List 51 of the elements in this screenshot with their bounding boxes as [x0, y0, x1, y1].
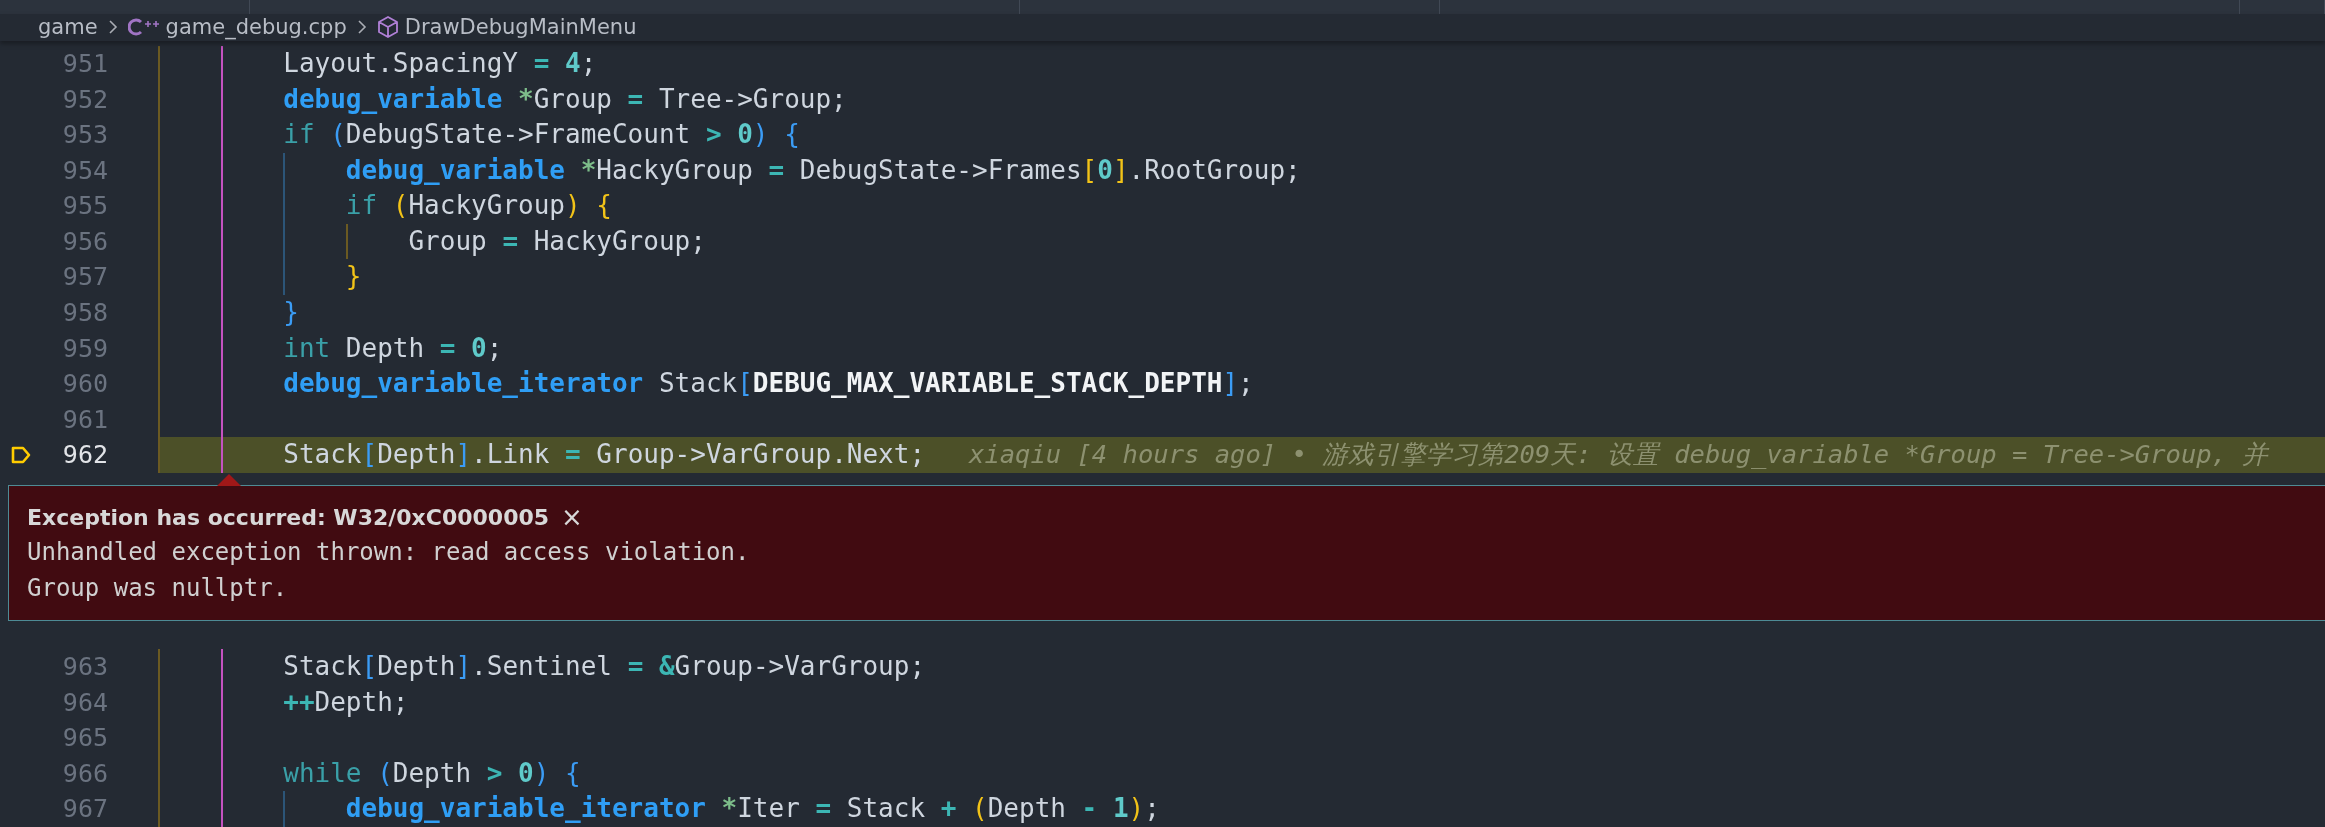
close-button[interactable]: × [557, 504, 587, 531]
chevron-right-icon [356, 19, 367, 36]
breakpoint-arrow-icon [10, 445, 32, 466]
code-line: int Depth = 0; [282, 331, 503, 365]
line-number: 960 [62, 368, 108, 401]
exception-message: Group was nullptr. [27, 573, 289, 605]
code-line: Stack[Depth].Link = Group->VarGroup.Next; [282, 438, 926, 472]
code-line: debug_variable_iterator Stack[DEBUG_MAX_VARIABLE_STACK_DEPTH]; [282, 367, 1254, 401]
line-number: 958 [62, 297, 108, 330]
tab[interactable] [250, 0, 1020, 14]
tab[interactable] [2240, 0, 2325, 14]
chevron-right-icon [107, 19, 118, 36]
breadcrumb-item[interactable]: game [38, 15, 98, 40]
line-number: 964 [62, 686, 108, 719]
line-number: 962 [62, 439, 108, 472]
blame-annotation: xiaqiu [4 hours ago] • 游戏引擎学习第209天: 设置 debug_variable *Group = Tree->Group, 并 [969, 438, 2269, 472]
code-line: Group = HackyGroup; [407, 224, 706, 258]
line-number: 966 [62, 757, 108, 790]
line-number: 952 [62, 83, 108, 116]
code-line: ++Depth; [282, 685, 409, 719]
line-number: 955 [62, 190, 108, 223]
line-number: 957 [62, 261, 108, 294]
cpp-file-icon [127, 17, 160, 38]
exception-message: Unhandled exception thrown: read access violation. [27, 537, 751, 569]
line-number: 961 [62, 403, 108, 436]
code-line: Layout.SpacingY = 4; [282, 46, 597, 80]
line-number: 967 [62, 793, 108, 826]
exception-title: Exception has occurred: W32/0xC0000005 [27, 504, 550, 530]
code-line: while (Depth > 0) { [282, 756, 581, 790]
code-line: debug_variable *Group = Tree->Group; [282, 82, 847, 116]
line-number: 963 [62, 651, 108, 684]
line-number: 951 [62, 47, 108, 80]
line-number: 959 [62, 332, 108, 365]
pointer-icon [217, 474, 241, 487]
line-number: 954 [62, 154, 108, 187]
cube-icon [376, 15, 399, 40]
code-line: debug_variable *HackyGroup = DebugState->Frames[0].RootGroup; [344, 153, 1301, 187]
code-line: if (DebugState->FrameCount > 0) { [282, 118, 800, 152]
line-number: 953 [62, 119, 108, 152]
code-line: if (HackyGroup) { [344, 189, 612, 223]
line-number: 956 [62, 225, 108, 258]
tab[interactable] [1020, 0, 1440, 14]
tab[interactable] [0, 0, 250, 14]
code-line: Stack[Depth].Sentinel = &Group->VarGroup; [282, 650, 926, 684]
tab[interactable] [1440, 0, 2240, 14]
code-line: debug_variable_iterator *Iter = Stack + (Depth - 1); [344, 792, 1160, 826]
breadcrumb-item[interactable]: DrawDebugMainMenu [404, 15, 637, 40]
code-line: } [344, 260, 362, 294]
code-line: } [282, 296, 299, 330]
line-number: 965 [62, 722, 108, 755]
breadcrumb-item[interactable]: game_debug.cpp [165, 15, 347, 40]
